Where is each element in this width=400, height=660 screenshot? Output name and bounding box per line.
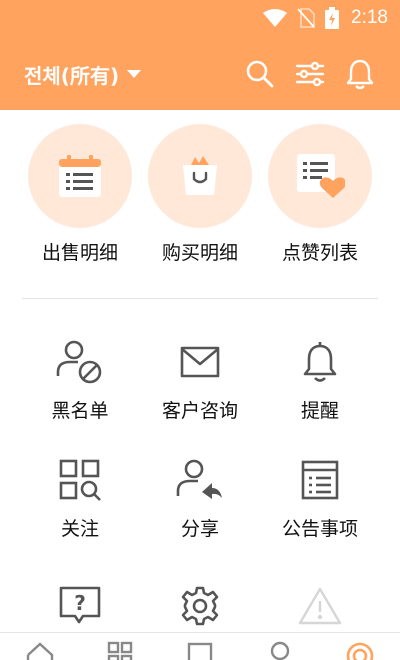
- menu-item-reminder[interactable]: 提醒: [260, 338, 380, 423]
- likes-list-item[interactable]: 点赞列表: [260, 124, 380, 265]
- filter-sliders-icon[interactable]: [292, 56, 328, 92]
- user-share-icon: [176, 456, 224, 504]
- app-header: 2:18 전체(所有): [0, 0, 400, 110]
- scope-label: 전체(所有): [24, 63, 120, 88]
- bell-icon: [296, 338, 344, 386]
- my-page-icon[interactable]: [320, 641, 400, 660]
- menu-label: 关注: [60, 518, 99, 540]
- featured-label: 购买明细: [161, 242, 238, 264]
- featured-label: 出售明细: [41, 242, 118, 264]
- shopping-bag-icon: [148, 124, 252, 228]
- mail-icon: [176, 338, 224, 386]
- svg-text:?: ?: [74, 591, 86, 615]
- no-sim-icon: [297, 8, 315, 28]
- categories-icon[interactable]: [80, 641, 160, 660]
- menu-item-blacklist[interactable]: 黑名单: [20, 338, 140, 423]
- home-icon[interactable]: [0, 641, 80, 660]
- warning-icon: [296, 582, 344, 630]
- menu-label: 提醒: [300, 400, 339, 422]
- battery-charging-icon: [325, 7, 340, 29]
- chevron-down-icon: [127, 70, 142, 78]
- profile-icon[interactable]: [240, 641, 320, 660]
- header-actions: [228, 56, 378, 92]
- menu-label: 分享: [180, 518, 219, 540]
- status-time: 2:18: [351, 7, 388, 28]
- notice-board-icon: [296, 456, 344, 504]
- scope-dropdown[interactable]: 전체(所有): [24, 60, 142, 89]
- menu-item-follow[interactable]: 关注: [20, 456, 140, 541]
- calendar-list-icon: [28, 124, 132, 228]
- sales-details-item[interactable]: 出售明细: [20, 124, 140, 265]
- grid-search-icon: [56, 456, 104, 504]
- featured-label: 点赞列表: [281, 242, 358, 264]
- user-blocked-icon: [56, 338, 104, 386]
- menu-item-customer-inquiry[interactable]: 客户咨询: [140, 338, 260, 423]
- help-message-icon: ?: [56, 582, 104, 630]
- bottom-nav: [0, 632, 400, 660]
- menu-item-notices[interactable]: 公告事项: [260, 456, 380, 541]
- section-divider: [22, 298, 378, 299]
- square-icon[interactable]: [160, 641, 240, 660]
- search-icon[interactable]: [242, 56, 278, 92]
- gear-icon: [176, 582, 224, 630]
- menu-label: 公告事项: [281, 518, 358, 540]
- wifi-icon: [263, 9, 288, 27]
- menu-label: 黑名单: [51, 400, 109, 422]
- status-bar: 2:18: [0, 0, 400, 36]
- purchase-details-item[interactable]: 购买明细: [140, 124, 260, 265]
- menu-item-share[interactable]: 分享: [140, 456, 260, 541]
- bell-icon[interactable]: [342, 56, 378, 92]
- featured-section: 出售明细 购买明细 点赞列表: [0, 124, 400, 274]
- menu-label: 客户咨询: [161, 400, 238, 422]
- list-heart-icon: [268, 124, 372, 228]
- top-bar: 전체(所有): [0, 50, 400, 98]
